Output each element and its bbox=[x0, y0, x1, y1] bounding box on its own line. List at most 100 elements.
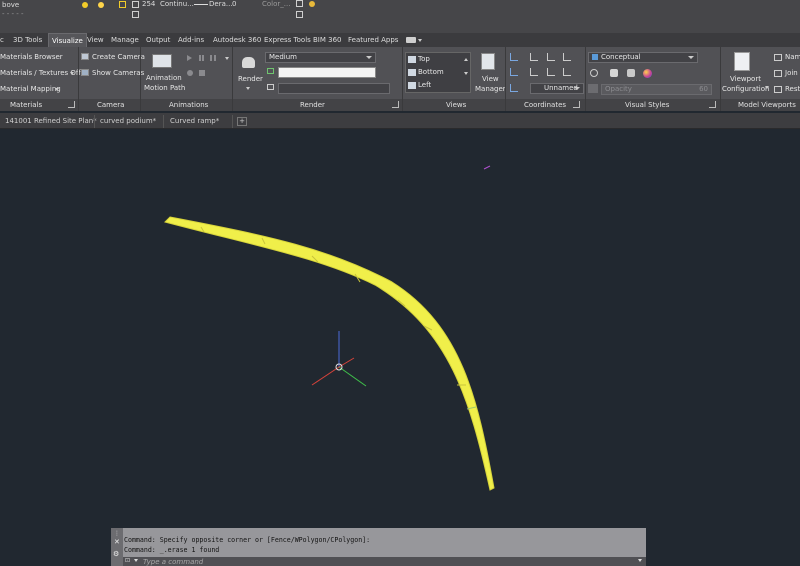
color-swatch-icon[interactable] bbox=[132, 1, 139, 8]
color-index-label[interactable]: 254 bbox=[142, 0, 155, 8]
command-prompt-icon[interactable]: ⊡ bbox=[125, 557, 130, 564]
command-input[interactable] bbox=[143, 557, 623, 566]
tab-output[interactable]: Output bbox=[146, 33, 170, 47]
ucs-x-icon[interactable] bbox=[563, 53, 571, 61]
minimize-ribbon-icon[interactable] bbox=[406, 37, 416, 43]
render-exposure-field[interactable] bbox=[278, 83, 390, 94]
match-properties-icon[interactable] bbox=[296, 0, 303, 7]
tab-visualize[interactable]: Visualize bbox=[48, 33, 87, 47]
customize-icon[interactable]: ⚙ bbox=[113, 550, 119, 558]
panel-launcher-icon[interactable] bbox=[573, 101, 580, 108]
animation-button-line1[interactable]: Animation bbox=[146, 74, 182, 82]
quick-select-icon[interactable] bbox=[309, 1, 315, 7]
ucs-name-value: Unnamed bbox=[544, 84, 578, 92]
record-icon[interactable] bbox=[187, 70, 193, 76]
create-camera-button[interactable]: Create Camera bbox=[92, 53, 145, 61]
view-top-item[interactable]: Top bbox=[418, 55, 430, 63]
transparency-label[interactable]: 0 bbox=[232, 0, 236, 8]
ucs-name-select[interactable]: Unnamed bbox=[530, 83, 584, 94]
scroll-up-icon[interactable] bbox=[464, 58, 468, 61]
ucs-3point-icon[interactable] bbox=[510, 84, 518, 92]
restore-viewports-button[interactable]: Resto bbox=[785, 85, 800, 93]
tab-manage[interactable]: Manage bbox=[111, 33, 139, 47]
pause-icon[interactable] bbox=[199, 55, 204, 61]
panel-launcher-icon[interactable] bbox=[68, 101, 75, 108]
doc-tab-curved-ramp[interactable]: Curved ramp* bbox=[170, 115, 219, 128]
named-viewports-button[interactable]: Nam bbox=[785, 53, 800, 61]
render-region-icon[interactable] bbox=[267, 68, 274, 74]
ucs-face-icon[interactable] bbox=[547, 68, 555, 76]
xray-toggle-icon[interactable] bbox=[588, 84, 598, 93]
lineweight-label[interactable]: Dera... bbox=[209, 0, 233, 8]
tab-autodesk-360[interactable]: Autodesk 360 bbox=[213, 33, 261, 47]
layer-on-icon[interactable] bbox=[82, 2, 88, 8]
named-viewports-icon bbox=[774, 54, 782, 61]
chevron-down-icon[interactable] bbox=[134, 559, 138, 562]
viewport-config-line2[interactable]: Configuration bbox=[722, 85, 769, 93]
tab-3d-tools[interactable]: 3D Tools bbox=[13, 33, 42, 47]
view-manager-line1[interactable]: View bbox=[482, 75, 499, 83]
visual-style-select[interactable]: Conceptual bbox=[588, 52, 698, 63]
chevron-down-icon[interactable] bbox=[70, 72, 74, 75]
tab-featured-apps[interactable]: Featured Apps bbox=[348, 33, 398, 47]
xray-icon[interactable] bbox=[643, 69, 652, 78]
layer-freeze-icon[interactable] bbox=[98, 2, 104, 8]
play-icon[interactable] bbox=[187, 55, 192, 61]
viewport-config-line1[interactable]: Viewport bbox=[730, 75, 761, 83]
tab-partial[interactable]: c bbox=[0, 33, 4, 47]
materials-browser-button[interactable]: Materials Browser bbox=[0, 53, 63, 61]
tab-view[interactable]: View bbox=[87, 33, 104, 47]
panel-launcher-icon[interactable] bbox=[709, 101, 716, 108]
chevron-down-icon[interactable] bbox=[638, 559, 642, 562]
view-bottom-icon bbox=[408, 69, 416, 76]
opacity-slider[interactable]: Opacity 60 bbox=[601, 84, 712, 95]
layer-state-label[interactable]: bove bbox=[2, 1, 19, 9]
stop-icon[interactable] bbox=[199, 70, 205, 76]
ucs-object-icon[interactable] bbox=[530, 68, 538, 76]
render-button[interactable]: Render bbox=[238, 75, 263, 83]
panel-launcher-icon[interactable] bbox=[392, 101, 399, 108]
chevron-down-icon[interactable] bbox=[225, 57, 229, 60]
view-manager-line2[interactable]: Manager bbox=[475, 85, 506, 93]
ucs-origin-icon[interactable] bbox=[547, 53, 555, 61]
ucs-world-icon[interactable] bbox=[530, 53, 538, 61]
tab-bim-360[interactable]: BIM 360 bbox=[313, 33, 342, 47]
ucs-y-icon[interactable] bbox=[563, 68, 571, 76]
join-viewports-button[interactable]: Join bbox=[785, 69, 798, 77]
new-tab-button[interactable]: + bbox=[237, 117, 247, 126]
doc-tab-site-plan[interactable]: 141001 Refined Site Plan* bbox=[5, 115, 97, 128]
linetype-label[interactable]: Continu... bbox=[160, 0, 194, 8]
render-preset-select[interactable]: Medium bbox=[265, 52, 376, 63]
chevron-down-icon[interactable] bbox=[418, 39, 422, 42]
edge-settings-icon[interactable] bbox=[590, 69, 598, 77]
scroll-down-icon[interactable] bbox=[464, 72, 468, 75]
list-icon[interactable] bbox=[296, 11, 303, 18]
material-mapping-button[interactable]: Material Mapping bbox=[0, 85, 61, 93]
layer-dropdown-placeholder: - - - - - bbox=[2, 10, 24, 18]
layer-lock-icon[interactable] bbox=[119, 1, 126, 8]
grip-icon[interactable]: ⋮ bbox=[114, 530, 120, 537]
close-icon[interactable]: ✕ bbox=[114, 538, 120, 546]
tab-add-ins[interactable]: Add-ins bbox=[178, 33, 204, 47]
render-environment-icon[interactable] bbox=[267, 84, 274, 90]
doc-tab-curved-podium[interactable]: curved podium* bbox=[100, 115, 156, 128]
plot-style-label[interactable]: Color_... bbox=[262, 0, 290, 8]
show-cameras-button[interactable]: Show Cameras bbox=[92, 69, 144, 77]
step-icon[interactable] bbox=[210, 55, 216, 61]
render-output-field[interactable] bbox=[278, 67, 376, 78]
panel-divider bbox=[232, 47, 233, 111]
view-left-item[interactable]: Left bbox=[418, 81, 431, 89]
chevron-down-icon[interactable] bbox=[765, 86, 769, 89]
animation-button-line2[interactable]: Motion Path bbox=[144, 84, 185, 92]
ucs-icon[interactable] bbox=[510, 53, 518, 61]
ucs-view-icon[interactable] bbox=[510, 68, 518, 76]
shadow-icon[interactable] bbox=[627, 69, 635, 77]
lighting-icon[interactable] bbox=[610, 69, 618, 77]
materials-textures-toggle[interactable]: Materials / Textures Off bbox=[0, 69, 81, 77]
command-input-bar: ⊡ bbox=[123, 557, 646, 566]
view-bottom-item[interactable]: Bottom bbox=[418, 68, 444, 76]
drawing-canvas[interactable] bbox=[0, 129, 800, 566]
tab-express-tools[interactable]: Express Tools bbox=[264, 33, 311, 47]
chevron-down-icon[interactable] bbox=[55, 88, 59, 91]
chevron-down-icon[interactable] bbox=[246, 87, 250, 90]
